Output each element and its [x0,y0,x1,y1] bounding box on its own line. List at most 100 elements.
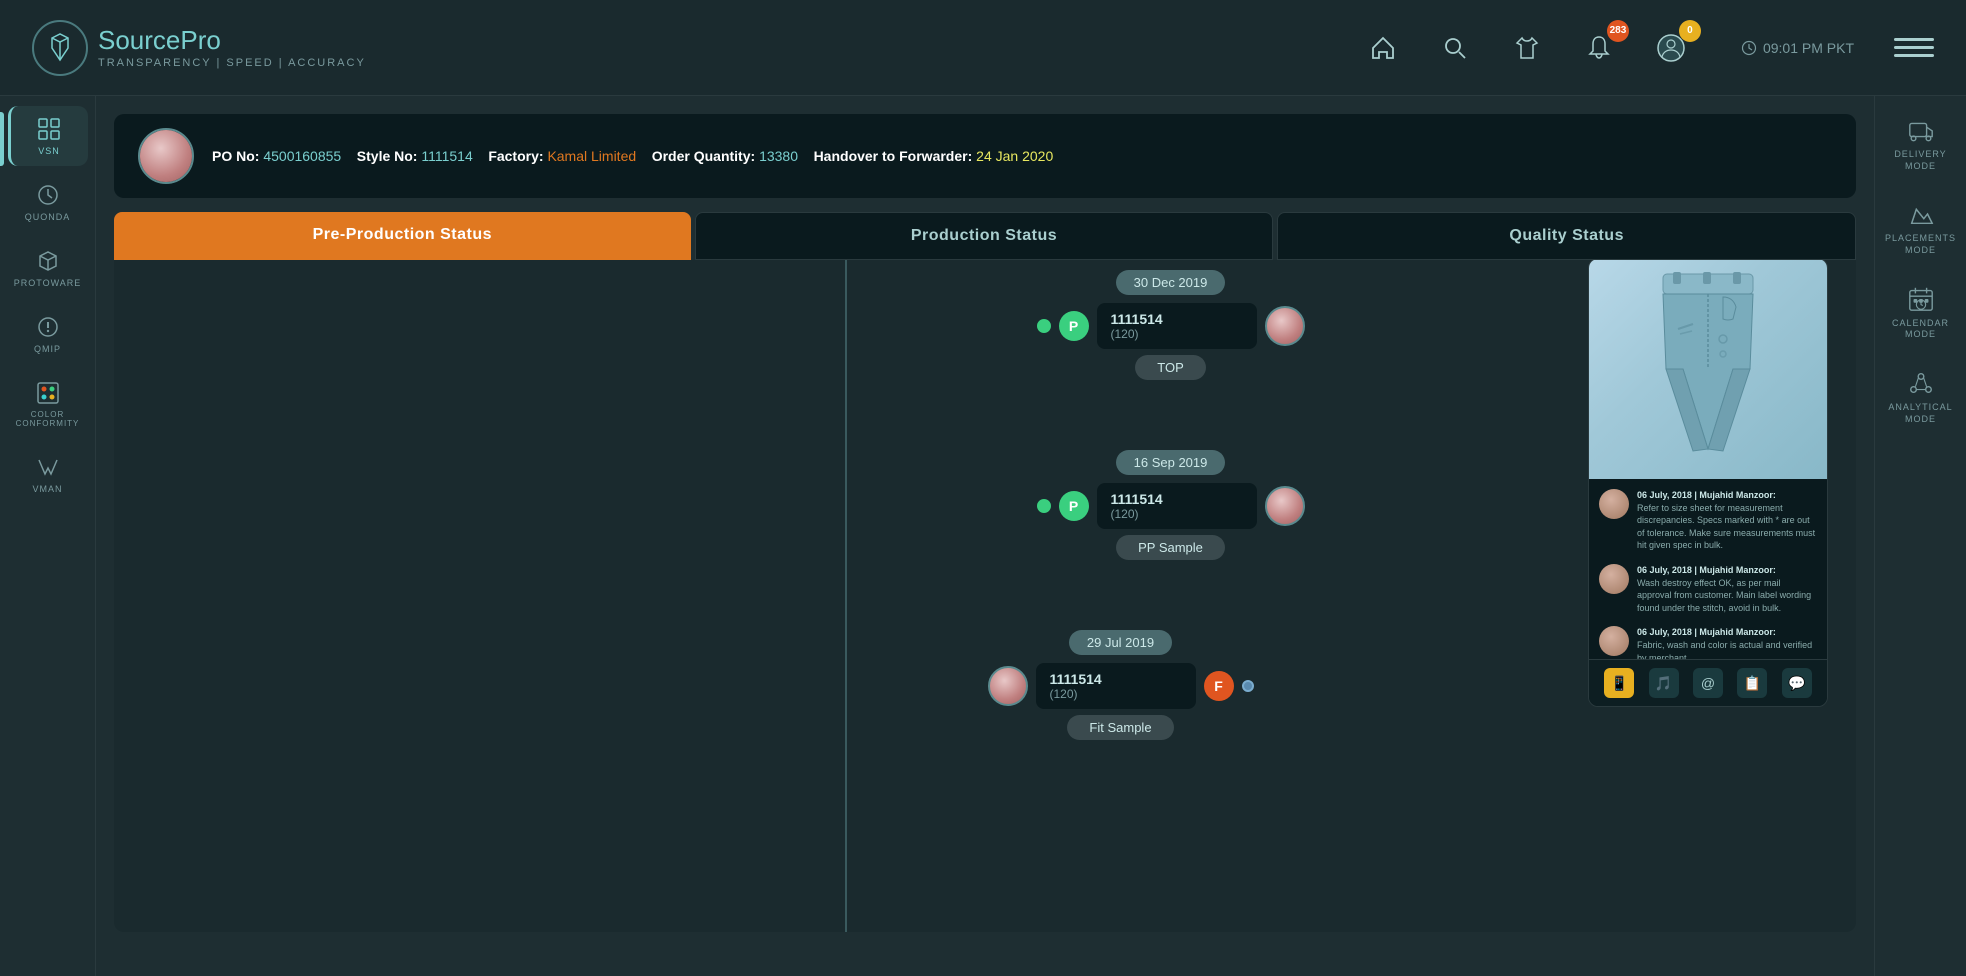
notification-badge: 283 [1607,20,1629,42]
comment-avatar-1 [1599,489,1629,519]
timeline-card-content-1: P 1111514 (120) [1037,303,1305,349]
comment-avatar-3 [1599,626,1629,656]
main-layout: VSN QUONDA PROTOWARE QMIP COLOR CONFORMI… [0,96,1966,976]
po-header: PO No: 4500160855 Style No: 1111514 Fact… [114,114,1856,198]
nav-icons: 283 0 09:01 PM PKT [1361,26,1934,70]
date-badge-1: 30 Dec 2019 [1116,270,1226,295]
quality-actions: 📱 🎵 @ 📋 💬 [1589,659,1827,706]
action-chat[interactable]: 💬 [1782,668,1812,698]
top-navigation: SourcePro TRANSPARENCY | SPEED | ACCURAC… [0,0,1966,96]
logo-icon [32,20,88,76]
timeline-card-row-2: P 1111514 (120) [1037,483,1305,529]
sidebar-quonda-label: QUONDA [25,212,71,222]
right-sidebar-calendar-mode[interactable]: CALENDAR MODE [1883,275,1959,351]
notifications-button[interactable]: 283 [1577,26,1621,70]
comment-text-1: 06 July, 2018 | Mujahid Manzoor: Refer t… [1637,489,1817,552]
comment-1: 06 July, 2018 | Mujahid Manzoor: Refer t… [1599,489,1817,552]
app-subtitle: TRANSPARENCY | SPEED | ACCURACY [98,57,366,69]
timeline-card-row-3: 1111514 (120) F [988,663,1254,709]
tab-pre-production[interactable]: Pre-Production Status [114,212,691,260]
user-button[interactable]: 0 [1649,26,1693,70]
sidebar-vsn-label: VSN [38,146,60,156]
logo-text: SourcePro TRANSPARENCY | SPEED | ACCURAC… [98,26,366,69]
timeline-avatar-1 [1265,306,1305,346]
quality-comments: 06 July, 2018 | Mujahid Manzoor: Refer t… [1589,479,1827,659]
style-no-1: 1111514 [1111,311,1243,327]
hamburger-menu[interactable] [1894,28,1934,68]
action-music[interactable]: 🎵 [1649,668,1679,698]
sidebar-item-vman[interactable]: VMAN [8,444,88,504]
action-phone[interactable]: 📱 [1604,668,1634,698]
timeline-card-2[interactable]: 1111514 (120) [1097,483,1257,529]
right-sidebar-placements-mode[interactable]: PLACEMENTS MODE [1883,190,1959,266]
timeline-node-1: 30 Dec 2019 P 1111514 (120) TOP [745,270,1596,380]
shirt-button[interactable] [1505,26,1549,70]
po-label: PO No: [212,148,259,164]
left-sidebar: VSN QUONDA PROTOWARE QMIP COLOR CONFORMI… [0,96,96,976]
comment-author-2: 06 July, 2018 | Mujahid Manzoor: [1637,565,1776,575]
right-sidebar-analytical-mode[interactable]: ANALYTICAL MODE [1883,359,1959,435]
app-title: SourcePro [98,26,366,55]
comment-2: 06 July, 2018 | Mujahid Manzoor: Wash de… [1599,564,1817,614]
sidebar-item-qmip[interactable]: QMIP [8,304,88,364]
comment-body-3: Fabric, wash and color is actual and ver… [1637,640,1812,659]
style-no-3: 1111514 [1050,671,1182,687]
tab-production[interactable]: Production Status [695,212,1274,260]
comment-avatar-2 [1599,564,1629,594]
sidebar-item-color-conformity[interactable]: COLOR CONFORMITY [8,370,88,438]
style-number: 1111514 [421,148,472,164]
handover-date: 24 Jan 2020 [976,148,1053,164]
timeline-dot-2 [1037,499,1051,513]
sidebar-item-protoware[interactable]: PROTOWARE [8,238,88,298]
comment-text-2: 06 July, 2018 | Mujahid Manzoor: Wash de… [1637,564,1817,614]
search-button[interactable] [1433,26,1477,70]
timeline-dot-3 [1242,680,1254,692]
content-area: PO No: 4500160855 Style No: 1111514 Fact… [96,96,1874,976]
style-label: Style No: [357,148,418,164]
timeline-node-2: 16 Sep 2019 P 1111514 (120) PP Sample [745,450,1596,560]
timeline-card-3[interactable]: 1111514 (120) [1036,663,1196,709]
qty-3: (120) [1050,687,1182,701]
jeans-svg [1648,269,1768,469]
style-no-2: 1111514 [1111,491,1243,507]
p-badge-1: P [1059,311,1089,341]
home-button[interactable] [1361,26,1405,70]
handover-label: Handover to Forwarder: [814,148,973,164]
comment-body-2: Wash destroy effect OK, as per mail appr… [1637,578,1811,613]
right-sidebar-delivery-mode[interactable]: DELIVERY MODE [1883,106,1959,182]
label-pill-2: PP Sample [1116,535,1225,560]
po-info: PO No: 4500160855 Style No: 1111514 Fact… [212,145,1053,167]
timeline-card-1[interactable]: 1111514 (120) [1097,303,1257,349]
time-display: 09:01 PM PKT [1741,40,1854,56]
tab-quality[interactable]: Quality Status [1277,212,1856,260]
sidebar-vman-label: VMAN [32,484,62,494]
comment-3: 06 July, 2018 | Mujahid Manzoor: Fabric,… [1599,626,1817,659]
po-number: 4500160855 [263,148,341,164]
comment-body-1: Refer to size sheet for measurement disc… [1637,503,1815,551]
date-badge-2: 16 Sep 2019 [1116,450,1226,475]
sidebar-protoware-label: PROTOWARE [14,278,82,288]
factory-label: Factory: [488,148,543,164]
sidebar-color-conformity-label: COLOR CONFORMITY [12,410,84,428]
action-docs[interactable]: 📋 [1737,668,1767,698]
factory-name: Kamal Limited [547,148,636,164]
timeline-node-3: 29 Jul 2019 1111514 (120) F Fit Sample [645,630,1596,740]
sidebar-item-quonda[interactable]: QUONDA [8,172,88,232]
quality-panel: 06 July, 2018 | Mujahid Manzoor: Refer t… [1588,260,1828,707]
timeline-dot-1 [1037,319,1051,333]
timeline-avatar-3 [988,666,1028,706]
qty-2: (120) [1111,507,1243,521]
f-badge-3: F [1204,671,1234,701]
label-pill-1: TOP [1135,355,1206,380]
calendar-mode-label: CALENDAR MODE [1887,318,1955,341]
comment-author-1: 06 July, 2018 | Mujahid Manzoor: [1637,490,1776,500]
date-badge-3: 29 Jul 2019 [1069,630,1172,655]
action-email[interactable]: @ [1693,668,1723,698]
comment-author-3: 06 July, 2018 | Mujahid Manzoor: [1637,627,1776,637]
status-tabs: Pre-Production Status Production Status … [114,212,1856,260]
placements-mode-label: PLACEMENTS MODE [1885,233,1956,256]
p-badge-2: P [1059,491,1089,521]
sidebar-item-vsn[interactable]: VSN [8,106,88,166]
label-pill-3: Fit Sample [1067,715,1173,740]
qty-1: (120) [1111,327,1243,341]
